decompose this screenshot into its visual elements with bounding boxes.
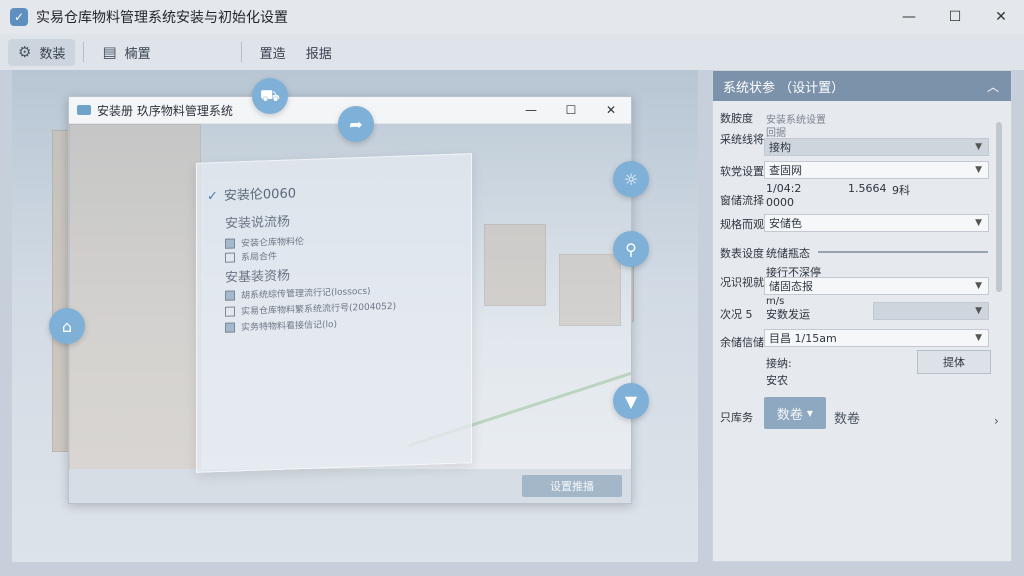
setting-label: 采统线将 — [720, 133, 764, 146]
chevron-down-icon: ▼ — [975, 218, 982, 228]
checkbox[interactable] — [225, 321, 235, 333]
installer-footer: 设置推播 — [69, 469, 631, 503]
checkbox[interactable] — [225, 305, 235, 317]
checklist-item[interactable]: 系局合件 — [225, 249, 277, 264]
setting-sublabel: 接纳: — [766, 357, 792, 370]
location-pin-icon[interactable]: ⚲ — [613, 231, 649, 267]
box-stack — [69, 124, 201, 469]
setting-slider[interactable] — [818, 251, 988, 253]
setting-label: 软党设置 — [720, 165, 764, 178]
apply-settings-button[interactable]: 设置推播 — [522, 475, 622, 497]
toolbar: ⚙ 数装 ▤ 楠置 置造 报据 — [0, 34, 1024, 70]
app-icon: ✓ — [10, 8, 28, 26]
toolbar-label: 置造 — [259, 46, 286, 62]
toolbar-install-button[interactable]: ⚙ 数装 — [8, 38, 76, 66]
chevron-down-icon: ▼ — [975, 142, 982, 152]
storage-value: 1/04:2 — [766, 182, 802, 195]
installer-icon — [77, 105, 91, 115]
status-select[interactable]: 储固态报 ▼ — [764, 277, 989, 295]
software-setting-select[interactable]: 查固网 ▼ — [764, 161, 989, 179]
installer-title: 安装册 玖序物料管理系统 — [97, 103, 233, 118]
scrollbar-thumb[interactable] — [996, 122, 1002, 292]
title-bar: ✓ 实易仓库物料管理系统安装与初始化设置 — ☐ ✕ — [0, 0, 1024, 34]
system-line-select[interactable]: 接构 ▼ — [764, 138, 989, 156]
maximize-button[interactable]: ☐ — [932, 0, 978, 34]
chevron-down-icon: ▼ — [806, 408, 814, 418]
setting-value: 统储瓶态 — [766, 247, 810, 260]
check-icon: ✓ — [207, 189, 218, 205]
checklist-item[interactable]: 实务特物料看接信记(lo) — [225, 317, 337, 334]
setting-label: 规格而观 — [720, 218, 764, 231]
installer-close-button[interactable]: ✕ — [591, 97, 631, 123]
chevron-up-icon[interactable]: ︿ — [987, 78, 999, 95]
toolbar-label: 报据 — [305, 46, 332, 62]
toolbar-label: 楠置 — [124, 46, 151, 62]
data-button[interactable]: 数卷 ▼ — [764, 397, 826, 429]
gear-icon: ⚙ — [18, 43, 32, 61]
close-button[interactable]: ✕ — [978, 0, 1024, 34]
chevron-down-icon: ▼ — [975, 281, 982, 291]
setting-label: 窗储流择 — [720, 194, 764, 207]
minimize-button[interactable]: — — [886, 0, 932, 34]
speed-select[interactable]: ▼ — [873, 302, 989, 320]
checklist-item[interactable]: 胡系统综传管理流行记(lossocs) — [225, 284, 371, 302]
chevron-down-icon: ▼ — [975, 333, 982, 343]
setting-label: 次况 5 — [720, 308, 753, 321]
spec-select[interactable]: 安储色 ▼ — [764, 214, 989, 232]
action-label: 只库务 — [720, 411, 753, 424]
chevron-down-icon: ▼ — [975, 306, 982, 316]
installer-minimize-button[interactable]: — — [511, 97, 551, 123]
checklist-item[interactable]: 实易仓库物料繁系统流行号(2004052) — [225, 299, 396, 318]
box-stack — [484, 224, 546, 306]
checklist-item[interactable]: 安装仑库物料伦 — [225, 234, 304, 250]
settings-panel-header[interactable]: 系统状参 （设计置） ︿ — [713, 71, 1011, 101]
window-title: 实易仓库物料管理系统安装与初始化设置 — [36, 10, 288, 26]
toolbar-config-button[interactable]: ▤ 楠置 — [92, 39, 160, 66]
setting-label: 数表设度 — [720, 247, 764, 260]
install-status: ✓ 安装伦0060 — [207, 186, 296, 205]
installer-maximize-button[interactable]: ☐ — [551, 97, 591, 123]
cup-icon[interactable]: ▼ — [613, 383, 649, 419]
toolbar-label: 数装 — [39, 46, 66, 62]
document-icon: ▤ — [102, 43, 117, 61]
setting-label: 余储信储 — [720, 336, 764, 349]
box-stack — [559, 254, 621, 326]
storage-value: 9科 — [892, 184, 910, 197]
home-icon[interactable]: ⌂ — [49, 308, 85, 344]
share-icon[interactable]: ➦ — [338, 106, 374, 142]
checkbox[interactable] — [225, 237, 235, 249]
lightbulb-icon[interactable]: ☼ — [613, 161, 649, 197]
storage-value: 1.5664 — [848, 182, 887, 195]
section-heading: 安基装资杨 — [225, 268, 291, 286]
action-text: 数卷 — [834, 412, 861, 427]
checkbox[interactable] — [225, 289, 235, 301]
install-progress-card: ✓ 安装伦0060 安装说流杨 安装仑库物料伦 系局合件 安基装资杨 胡系统综传管… — [196, 153, 472, 473]
setting-sublabel: 回据 — [766, 128, 786, 139]
setting-value: 安数发运 — [766, 308, 810, 321]
chevron-right-icon[interactable]: › — [994, 414, 999, 428]
toolbar-divider — [83, 42, 85, 62]
setting-sublabel: 安农 — [766, 374, 788, 387]
setting-label: 况识视就 — [720, 276, 764, 289]
chevron-down-icon: ▼ — [975, 165, 982, 175]
checkbox[interactable] — [225, 251, 235, 263]
schedule-select[interactable]: 目昌 1/15am ▼ — [764, 329, 989, 347]
submit-button[interactable]: 提体 — [917, 350, 991, 374]
setting-label: 数胺度 — [720, 112, 753, 125]
toolbar-divider — [240, 42, 242, 62]
toolbar-report-button[interactable]: 报据 — [296, 39, 342, 66]
storage-sub: 0000 — [766, 196, 794, 209]
truck-icon[interactable]: ⛟ — [252, 78, 288, 114]
section-heading: 安装说流杨 — [225, 214, 291, 232]
toolbar-build-button[interactable]: 置造 — [250, 39, 296, 66]
